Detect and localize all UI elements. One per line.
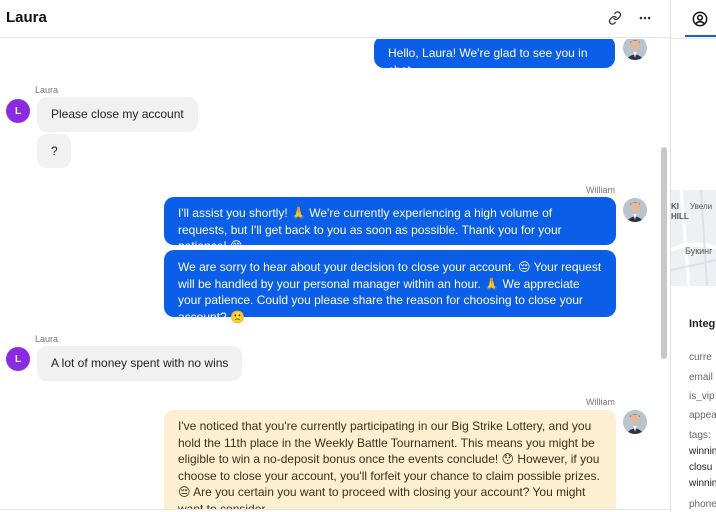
sender-name: Laura [35,334,59,344]
field-appear: appea [689,410,716,421]
details-panel: KI HILL Увели Букинг Integ curre email i… [670,0,716,512]
chat-messages[interactable]: Hello, Laura! We're glad to see you in c… [0,39,670,509]
avatar-letter: L [14,353,22,365]
chat-header: Laura [0,0,670,38]
agent-message: I've noticed that you're currently parti… [164,410,616,509]
user-circle-icon[interactable] [689,8,711,30]
message-text: We are sorry to hear about your decision… [178,260,602,324]
message-text: Hello, Laura! We're glad to see you in c… [388,46,588,77]
field-email: email [689,372,713,383]
agent-avatar [623,410,647,434]
map-zoom-label: Увели [690,202,713,211]
map-city-label: Букинг [685,246,713,256]
field-phone: phone [689,499,716,510]
sender-name: William [586,185,615,195]
tag-item: winnin [689,478,716,489]
agent-avatar [623,198,647,222]
location-map[interactable]: KI HILL Увели Букинг [671,190,716,286]
message-text: Please close my account [51,107,184,121]
chat-app: Laura Hello, Laura! We're glad to see yo… [0,0,716,512]
sender-name: Laura [35,85,59,95]
message-text: A lot of money spent with no wins [51,356,229,370]
user-message: A lot of money spent with no wins [37,346,243,381]
map-label: HILL [671,212,689,221]
field-is-vip: is_vip [689,391,715,402]
link-icon[interactable] [606,9,624,27]
avatar-letter: L [14,105,22,117]
chat-scrollbar[interactable] [661,147,667,359]
map-label: KI [671,202,679,211]
more-horizontal-icon[interactable] [636,9,654,27]
agent-message: Hello, Laura! We're glad to see you in c… [374,39,615,77]
agent-message: I'll assist you shortly! 🙏 We're current… [164,197,616,253]
tag-item: winnin [689,446,716,457]
user-avatar: L [6,347,30,371]
message-text: I've noticed that you're currently parti… [178,419,600,509]
active-tab-indicator [685,35,716,37]
divider [0,509,670,510]
field-current: curre [689,352,712,363]
agent-avatar [623,39,647,60]
user-message: Please close my account [37,97,198,132]
message-text: I'll assist you shortly! 🙏 We're current… [178,206,562,253]
agent-message: We are sorry to hear about your decision… [164,250,616,324]
tag-item: closu [689,462,713,473]
divider [671,38,716,39]
sender-name: William [586,397,615,407]
chat-title: Laura [6,9,47,26]
user-avatar: L [6,99,30,123]
integrations-title: Integ [689,318,716,330]
user-message: ? [37,134,71,168]
message-text: ? [51,144,58,158]
field-tags: tags: [689,430,711,441]
